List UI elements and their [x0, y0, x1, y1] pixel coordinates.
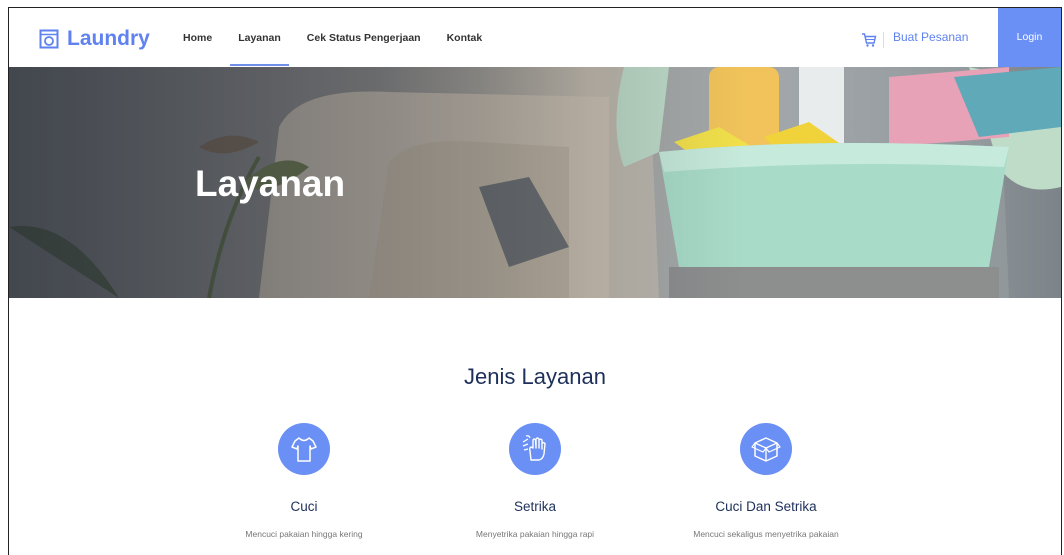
navbar: Laundry Home Layanan Cek Status Pengerja…: [9, 8, 1061, 68]
brand-name: Laundry: [67, 27, 150, 50]
nav-cek-status[interactable]: Cek Status Pengerjaan: [299, 8, 429, 68]
page-frame: Laundry Home Layanan Cek Status Pengerja…: [8, 7, 1062, 555]
washing-machine-icon: [39, 29, 59, 49]
nav-kontak[interactable]: Kontak: [439, 8, 491, 68]
main-menu: Home Layanan Cek Status Pengerjaan Konta…: [175, 8, 500, 68]
hero-title: Layanan: [195, 163, 346, 204]
ironing-hand-icon: [522, 435, 546, 461]
service-card-setrika: Setrika Menyetrika pakaian hingga rapi: [425, 423, 645, 539]
cart-icon[interactable]: [861, 32, 877, 48]
service-name: Setrika: [513, 499, 557, 514]
nav-home[interactable]: Home: [175, 8, 220, 68]
service-name: Cuci: [290, 499, 318, 514]
service-description: Mencuci sekaligus menyetrika pakaian: [693, 529, 839, 539]
services-title: Jenis Layanan: [464, 364, 606, 389]
service-card-cuci: Cuci Mencuci pakaian hingga kering: [194, 423, 414, 539]
hero-overlay: [9, 67, 1061, 298]
shirt-icon: [291, 437, 317, 462]
box-icon: [751, 437, 781, 462]
nav-layanan[interactable]: Layanan: [230, 8, 289, 68]
login-button[interactable]: Login: [998, 8, 1061, 67]
service-description: Menyetrika pakaian hingga rapi: [475, 529, 595, 539]
service-icon-button[interactable]: [740, 423, 792, 475]
service-name: Cuci Dan Setrika: [715, 499, 817, 514]
service-card-cuci-dan-setrika: Cuci Dan Setrika Mencuci sekaligus menye…: [656, 423, 876, 539]
service-icon-button[interactable]: [509, 423, 561, 475]
service-icon-button[interactable]: [278, 423, 330, 475]
hero-banner: Layanan: [9, 67, 1061, 298]
service-description: Mencuci pakaian hingga kering: [245, 529, 363, 539]
brand-logo[interactable]: Laundry: [39, 27, 150, 51]
nav-separator: [883, 32, 884, 48]
order-link[interactable]: Buat Pesanan: [893, 30, 968, 44]
